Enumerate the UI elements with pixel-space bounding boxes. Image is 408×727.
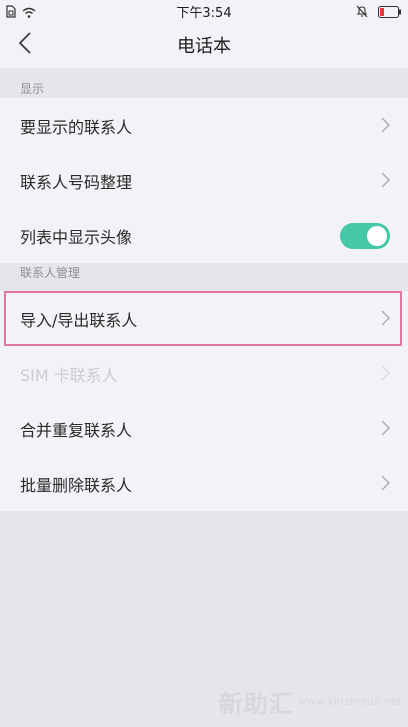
row-label: SIM 卡联系人: [20, 365, 118, 385]
chevron-right-icon: [381, 365, 390, 385]
status-time: 下午3:54: [176, 6, 232, 21]
section-header-manage: 联系人管理: [20, 266, 81, 280]
toggle-knob: [367, 226, 387, 246]
chevron-right-icon: [381, 475, 390, 495]
row-show-avatar: 列表中显示头像: [0, 208, 408, 263]
row-label: 联系人号码整理: [20, 172, 133, 192]
row-sim-contacts: SIM 卡联系人: [0, 346, 408, 401]
status-bar: 下午3:54: [0, 0, 408, 21]
row-contacts-to-display[interactable]: 要显示的联系人: [0, 98, 408, 153]
row-organize-numbers[interactable]: 联系人号码整理: [0, 153, 408, 208]
row-label: 批量删除联系人: [20, 475, 133, 495]
watermark-url: www.xinzhuhui.net: [297, 695, 402, 708]
chevron-right-icon: [381, 310, 390, 330]
watermark-logo: 新助汇: [218, 690, 294, 718]
watermark: 新助汇 www.xinzhuhui.net: [219, 684, 402, 719]
row-merge-duplicates[interactable]: 合并重复联系人: [0, 401, 408, 456]
chevron-right-icon: [381, 117, 390, 137]
chevron-right-icon: [381, 420, 390, 440]
display-settings-group: 要显示的联系人 联系人号码整理 列表中显示头像: [0, 98, 408, 263]
page-title: 电话本: [177, 36, 231, 57]
row-label: 导入/导出联系人: [20, 310, 138, 330]
row-label: 列表中显示头像: [20, 227, 133, 247]
row-label: 合并重复联系人: [20, 420, 133, 440]
row-batch-delete[interactable]: 批量删除联系人: [0, 456, 408, 511]
show-avatar-toggle[interactable]: [340, 223, 390, 249]
section-header-display: 显示: [20, 82, 45, 96]
chevron-right-icon: [381, 172, 390, 192]
contact-management-group: 导入/导出联系人 SIM 卡联系人 合并重复联系人 批量删除联系人: [0, 291, 408, 511]
row-import-export[interactable]: 导入/导出联系人: [0, 291, 408, 346]
nav-bar: 电话本: [0, 20, 408, 68]
row-label: 要显示的联系人: [20, 117, 133, 137]
